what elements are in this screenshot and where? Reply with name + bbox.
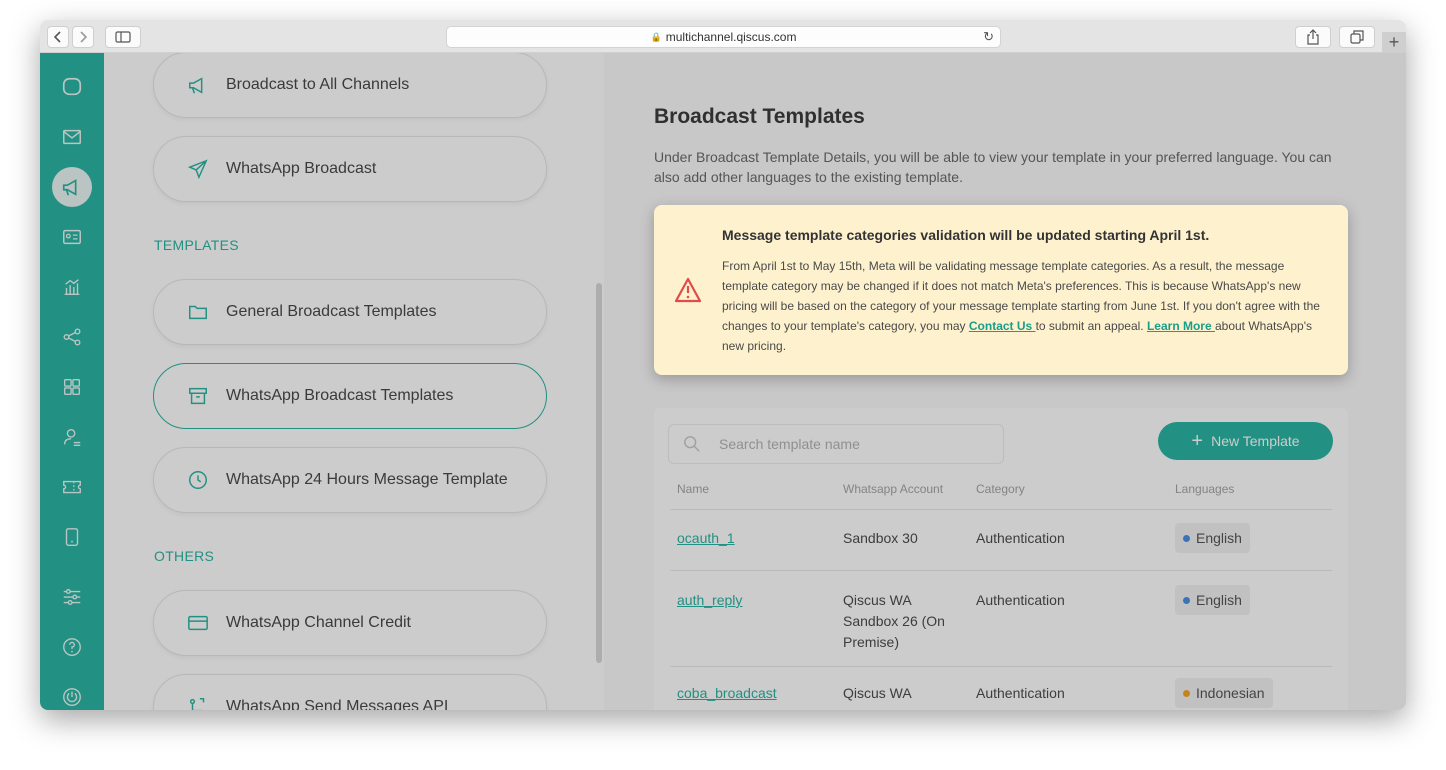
alert-body: From April 1st to May 15th, Meta will be… <box>722 256 1322 356</box>
contact-us-link[interactable]: Contact Us <box>969 319 1036 333</box>
category-validation-alert: Message template categories validation w… <box>654 205 1348 375</box>
new-tab-button[interactable]: + <box>1382 32 1406 53</box>
address-bar[interactable]: 🔒 multichannel.qiscus.com ↻ <box>446 26 1001 48</box>
tabs-overview-button[interactable] <box>1339 26 1375 48</box>
share-button[interactable] <box>1295 26 1331 48</box>
url-text: multichannel.qiscus.com <box>665 30 797 44</box>
learn-more-link[interactable]: Learn More <box>1147 319 1215 333</box>
forward-button[interactable] <box>72 26 94 48</box>
browser-toolbar: 🔒 multichannel.qiscus.com ↻ + <box>40 20 1406 53</box>
warning-triangle-icon <box>674 277 702 303</box>
tabs-icon <box>1350 30 1364 44</box>
share-box-icon <box>1307 29 1319 45</box>
alert-body-text: to submit an appeal. <box>1035 319 1147 333</box>
alert-title: Message template categories validation w… <box>722 227 1210 243</box>
lock-icon: 🔒 <box>650 31 662 42</box>
modal-overlay[interactable] <box>40 53 1406 710</box>
browser-window: 🔒 multichannel.qiscus.com ↻ + Broadcast … <box>40 20 1406 710</box>
reload-icon[interactable]: ↻ <box>983 29 994 45</box>
sidebar-toggle-button[interactable] <box>105 26 141 48</box>
chevron-right-icon <box>80 31 88 43</box>
chevron-left-icon <box>53 31 61 43</box>
back-button[interactable] <box>47 26 69 48</box>
page: Broadcast to All Channels WhatsApp Broad… <box>40 53 1406 710</box>
sidebar-icon <box>115 31 131 43</box>
